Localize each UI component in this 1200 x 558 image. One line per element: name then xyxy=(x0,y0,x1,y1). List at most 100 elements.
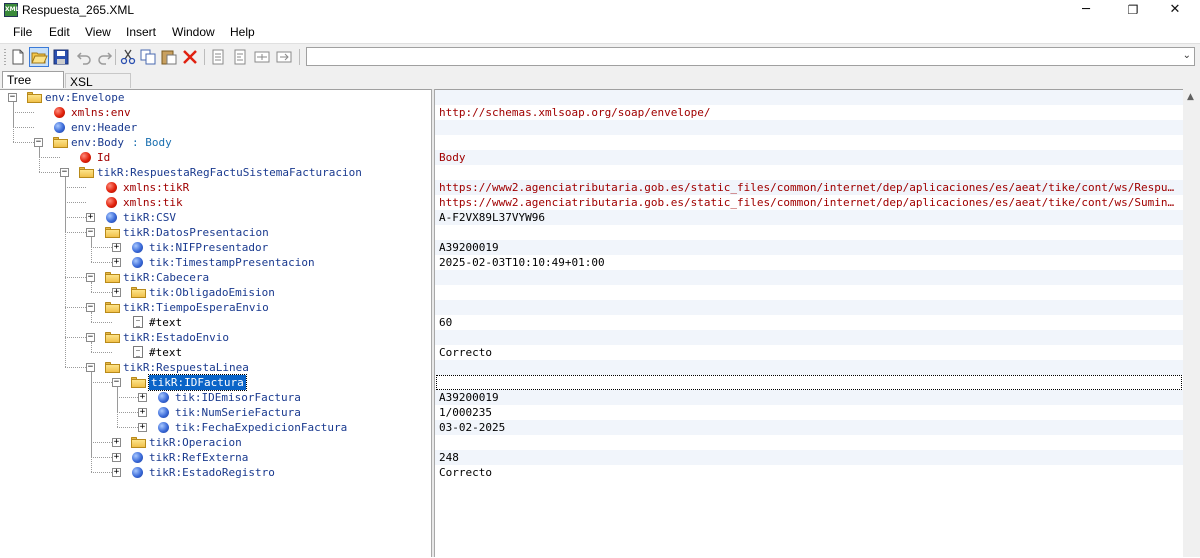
tree-node-label[interactable]: tikR:RefExterna xyxy=(149,450,248,465)
tree-node-label[interactable]: env:Envelope xyxy=(45,90,124,105)
save-icon[interactable] xyxy=(53,49,69,65)
tree-node-label[interactable]: env:Header xyxy=(71,120,137,135)
tree-node[interactable]: − env:Body: Body xyxy=(0,135,431,150)
expand-toggle[interactable]: + xyxy=(112,438,121,447)
restore-button[interactable]: ❐ xyxy=(1110,0,1156,22)
value-row[interactable]: https://www2.agenciatributaria.gob.es/st… xyxy=(435,195,1183,210)
node-value[interactable]: 248 xyxy=(439,450,1177,465)
node-value[interactable]: Correcto xyxy=(439,345,1177,360)
node-value[interactable]: 03-02-2025 xyxy=(439,420,1177,435)
menu-window[interactable]: Window xyxy=(172,25,215,39)
value-row[interactable]: Body xyxy=(435,150,1183,165)
value-row[interactable]: A39200019 xyxy=(435,240,1183,255)
tree-node-label[interactable]: tikR:RespuestaLinea xyxy=(123,360,249,375)
expand-toggle[interactable]: + xyxy=(138,393,147,402)
tree-node-label[interactable]: tikR:Cabecera xyxy=(123,270,209,285)
menu-insert[interactable]: Insert xyxy=(126,25,156,39)
tree-node[interactable]: − tikR:TiempoEsperaEnvio xyxy=(0,300,431,315)
tree-view-panel[interactable]: − env:Envelope xmlns:env env:Header − env:Bod… xyxy=(0,89,431,558)
minimize-button[interactable]: ─ xyxy=(1063,0,1109,22)
tree-node[interactable]: + tik:NIFPresentador xyxy=(0,240,431,255)
redo-icon[interactable] xyxy=(97,49,113,65)
tree-node-label[interactable]: tikR:TiempoEsperaEnvio xyxy=(123,300,269,315)
collapse-toggle[interactable]: − xyxy=(86,303,95,312)
tree-node-label[interactable]: xmlns:tik xyxy=(123,195,183,210)
tab-xsl-output[interactable]: XSL Output xyxy=(65,73,131,105)
insert-after-icon[interactable] xyxy=(232,49,248,65)
menu-edit[interactable]: Edit xyxy=(49,25,70,39)
value-row[interactable]: A-F2VX89L37VYW96 xyxy=(435,210,1183,225)
value-row[interactable] xyxy=(435,135,1183,150)
collapse-toggle[interactable]: − xyxy=(34,138,43,147)
cut-icon[interactable] xyxy=(120,49,136,65)
tree-node[interactable]: − tikR:RespuestaRegFactuSistemaFacturacio… xyxy=(0,165,431,180)
tree-node[interactable]: − tikR:RespuestaLinea xyxy=(0,360,431,375)
tree-node-label[interactable]: xmlns:env xyxy=(71,105,131,120)
value-row[interactable] xyxy=(435,435,1183,450)
tree-node-label[interactable]: tikR:Operacion xyxy=(149,435,242,450)
tree-node[interactable]: + tik:ObligadoEmision xyxy=(0,285,431,300)
value-row[interactable] xyxy=(435,165,1183,180)
expand-toggle[interactable]: + xyxy=(112,453,121,462)
undo-icon[interactable] xyxy=(76,49,92,65)
address-combobox[interactable]: ⌄ xyxy=(306,47,1195,66)
value-row[interactable]: Correcto xyxy=(435,345,1183,360)
collapse-toggle[interactable]: − xyxy=(86,333,95,342)
open-icon[interactable] xyxy=(29,47,49,67)
tree-node[interactable]: xmlns:tik xyxy=(0,195,431,210)
node-value[interactable]: 60 xyxy=(439,315,1177,330)
collapse-toggle[interactable]: − xyxy=(86,363,95,372)
value-panel[interactable]: http://schemas.xmlsoap.org/soap/envelope… xyxy=(435,89,1183,558)
expand-toggle[interactable]: + xyxy=(112,468,121,477)
tree-node-label[interactable]: xmlns:tikR xyxy=(123,180,189,195)
tree-node-label[interactable]: tikR:DatosPresentacion xyxy=(123,225,269,240)
value-row[interactable] xyxy=(435,285,1183,300)
value-row[interactable] xyxy=(435,330,1183,345)
value-row[interactable] xyxy=(435,120,1183,135)
copy-icon[interactable] xyxy=(140,49,156,65)
menu-file[interactable]: File xyxy=(13,25,32,39)
paste-icon[interactable] xyxy=(161,49,177,65)
value-row[interactable] xyxy=(435,360,1183,375)
tree-node-label[interactable]: tikR:CSV xyxy=(123,210,176,225)
node-value[interactable]: Body xyxy=(439,150,1177,165)
tree-node[interactable]: + tikR:RefExterna xyxy=(0,450,431,465)
insert-attribute-icon[interactable] xyxy=(276,49,292,65)
tree-node[interactable]: xmlns:tikR xyxy=(0,180,431,195)
tree-node-label[interactable]: tik:NumSerieFactura xyxy=(175,405,301,420)
chevron-down-icon[interactable]: ⌄ xyxy=(1183,50,1191,61)
collapse-toggle[interactable]: − xyxy=(8,93,17,102)
tree-node[interactable]: #text xyxy=(0,315,431,330)
value-row[interactable]: 2025-02-03T10:10:49+01:00 xyxy=(435,255,1183,270)
tree-node[interactable]: #text xyxy=(0,345,431,360)
value-row[interactable] xyxy=(435,90,1183,105)
tree-node-label[interactable]: tik:NIFPresentador xyxy=(149,240,268,255)
expand-toggle[interactable]: + xyxy=(112,288,121,297)
close-button[interactable]: ✕ xyxy=(1152,0,1198,22)
expand-toggle[interactable]: + xyxy=(112,243,121,252)
expand-toggle[interactable]: + xyxy=(138,408,147,417)
insert-before-icon[interactable] xyxy=(210,49,226,65)
node-value[interactable]: A39200019 xyxy=(439,240,1177,255)
tree-node-label[interactable]: tikR:RespuestaRegFactuSistemaFacturacion xyxy=(97,165,362,180)
value-row[interactable] xyxy=(435,270,1183,285)
expand-toggle[interactable]: + xyxy=(112,258,121,267)
tree-node-label[interactable]: tik:TimestampPresentacion xyxy=(149,255,315,270)
tree-node[interactable]: − tikR:EstadoEnvio xyxy=(0,330,431,345)
tree-node-label[interactable]: tik:ObligadoEmision xyxy=(149,285,275,300)
tree-node[interactable]: + tik:FechaExpedicionFactura xyxy=(0,420,431,435)
node-value[interactable]: 1/000235 xyxy=(439,405,1177,420)
value-row[interactable] xyxy=(435,300,1183,315)
value-row[interactable] xyxy=(435,225,1183,240)
tab-tree-view[interactable]: Tree View xyxy=(2,71,64,103)
value-row[interactable] xyxy=(435,375,1183,390)
tree-node[interactable]: Id xyxy=(0,150,431,165)
node-value[interactable]: https://www2.agenciatributaria.gob.es/st… xyxy=(439,180,1177,195)
value-row[interactable]: 03-02-2025 xyxy=(435,420,1183,435)
node-value[interactable]: A39200019 xyxy=(439,390,1177,405)
toolbar-grip[interactable] xyxy=(4,49,6,65)
value-row[interactable]: Correcto xyxy=(435,465,1183,480)
value-row[interactable]: 60 xyxy=(435,315,1183,330)
node-value[interactable]: https://www2.agenciatributaria.gob.es/st… xyxy=(439,195,1177,210)
tree-node-label[interactable]: #text xyxy=(149,315,182,330)
